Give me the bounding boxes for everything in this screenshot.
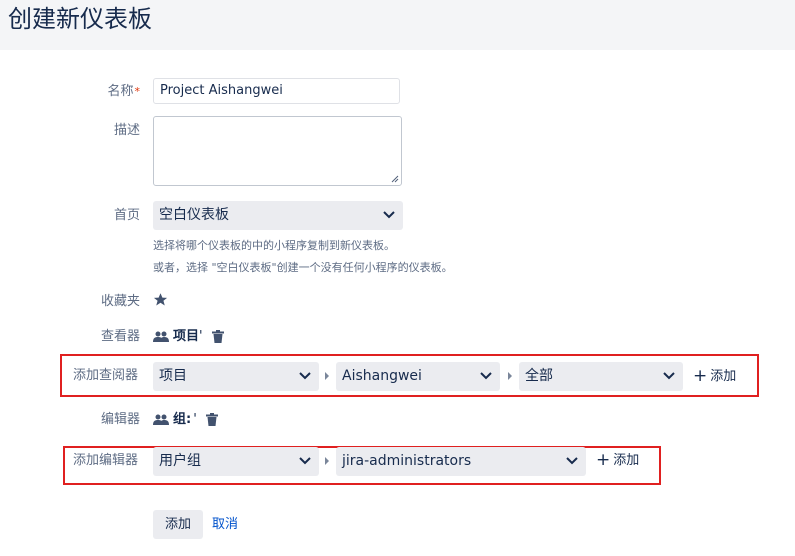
viewer-project-value: Aishangwei	[342, 368, 422, 384]
chevron-down-icon	[299, 457, 311, 465]
add-editor-label: 添加编辑器	[72, 453, 138, 468]
required-mark: *	[134, 85, 141, 98]
star-icon[interactable]	[153, 292, 168, 307]
chevron-down-icon	[566, 457, 578, 465]
viewer-entry: 项目'	[153, 328, 225, 346]
viewer-type-value: 项目	[159, 368, 187, 384]
description-textarea[interactable]	[153, 116, 402, 186]
chevron-down-icon	[383, 211, 395, 219]
add-viewer-label: 添加查阅器	[72, 368, 138, 383]
start-from-help-2: 或者，选择 "空白仪表板"创建一个没有任何小程序的仪表板。	[153, 261, 453, 274]
separator-arrow-icon	[325, 457, 329, 465]
resize-grip-icon[interactable]	[391, 175, 399, 183]
description-label: 描述	[113, 123, 140, 138]
editor-entry: 组: '	[153, 411, 219, 429]
trash-icon[interactable]	[212, 330, 225, 343]
editor-entry-text: 组:	[173, 412, 192, 427]
editors-label: 编辑器	[100, 412, 140, 427]
separator-arrow-icon	[325, 372, 329, 380]
favourite-label: 收藏夹	[100, 294, 140, 309]
add-editor-button[interactable]: + 添加	[596, 451, 639, 470]
users-icon	[153, 331, 169, 342]
cancel-link[interactable]: 取消	[212, 510, 238, 539]
viewer-role-value: 全部	[525, 368, 553, 384]
viewer-type-select[interactable]: 项目	[153, 362, 319, 391]
viewers-label: 查看器	[100, 329, 140, 344]
name-label: 名称*	[107, 84, 141, 99]
editor-type-value: 用户组	[159, 453, 201, 469]
editor-group-value: jira-administrators	[342, 453, 472, 469]
viewer-role-select[interactable]: 全部	[519, 362, 683, 391]
separator-arrow-icon	[508, 372, 512, 380]
chevron-down-icon	[480, 372, 492, 380]
plus-icon: +	[596, 450, 611, 470]
plus-icon: +	[693, 366, 708, 386]
submit-button[interactable]: 添加	[153, 510, 203, 539]
page-header: 创建新仪表板	[0, 0, 795, 50]
add-viewer-button[interactable]: + 添加	[693, 367, 736, 386]
start-from-label: 首页	[113, 208, 140, 223]
start-from-help-1: 选择将哪个仪表板的中的小程序复制到新仪表板。	[153, 239, 395, 252]
start-from-select-value: 空白仪表板	[159, 207, 229, 223]
viewer-project-select[interactable]: Aishangwei	[336, 362, 500, 391]
editor-type-select[interactable]: 用户组	[153, 447, 319, 476]
chevron-down-icon	[299, 372, 311, 380]
editor-entry-suffix: '	[193, 412, 197, 427]
start-from-select[interactable]: 空白仪表板	[153, 201, 403, 230]
add-editor-label-text: 添加	[613, 453, 640, 468]
chevron-down-icon	[663, 372, 675, 380]
viewer-entry-suffix: '	[199, 329, 203, 344]
name-input[interactable]: Project Aishangwei	[153, 78, 400, 104]
add-viewer-label-text: 添加	[710, 369, 737, 384]
users-icon	[153, 414, 169, 425]
editor-group-select[interactable]: jira-administrators	[336, 447, 586, 476]
page-title: 创建新仪表板	[8, 5, 152, 33]
viewer-entry-text: 项目	[173, 329, 200, 344]
trash-icon[interactable]	[206, 413, 219, 426]
